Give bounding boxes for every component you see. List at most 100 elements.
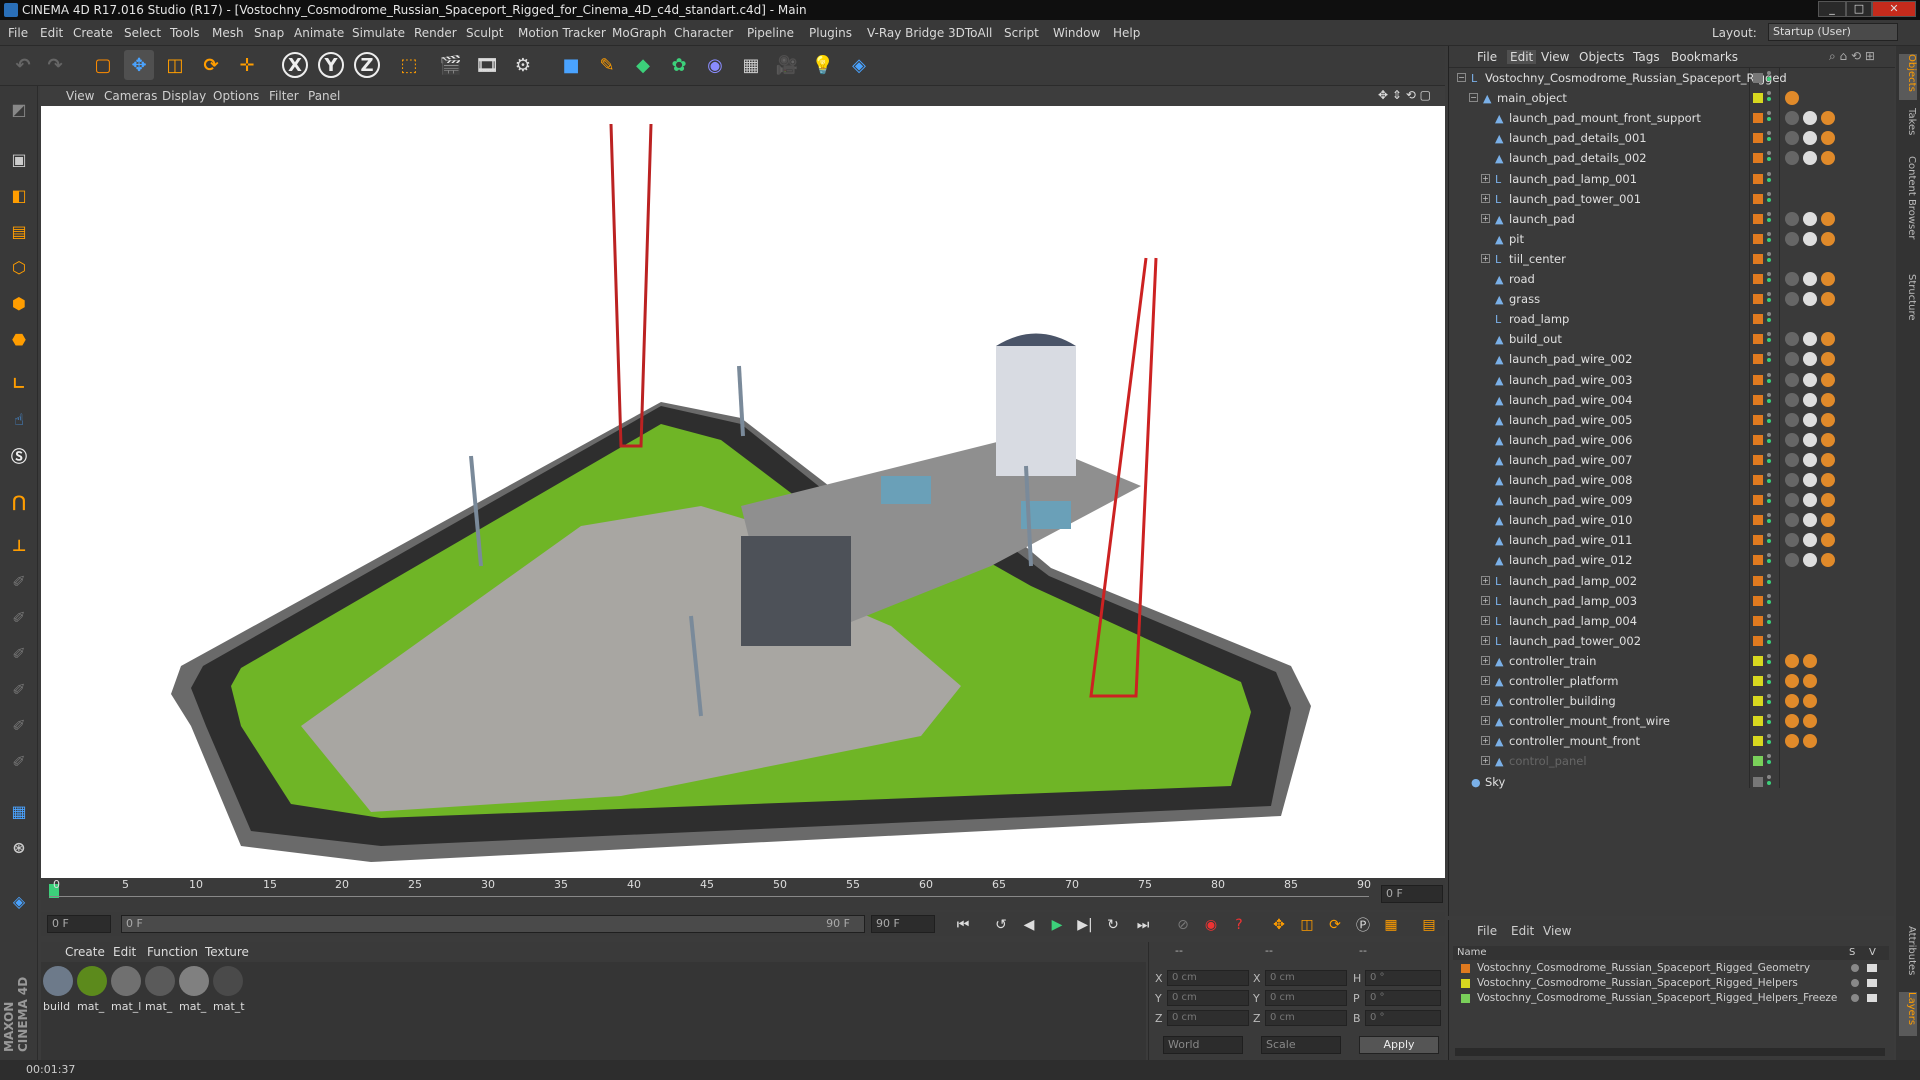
magnet-icon[interactable]: ⋂ [4, 486, 34, 516]
object-row[interactable]: ▲ launch_pad_wire_002 [1449, 349, 1895, 369]
viewport-menu-display[interactable]: Display [162, 89, 206, 103]
object-tag-icon[interactable] [1785, 694, 1799, 709]
brush-icon-5[interactable]: ✐ [4, 710, 34, 740]
object-tag-icon[interactable] [1803, 714, 1817, 729]
layer-color-swatch[interactable] [1753, 736, 1763, 747]
visibility-dots[interactable] [1767, 473, 1771, 487]
objects-menu-objects[interactable]: Objects [1579, 50, 1624, 64]
expand-toggle-icon[interactable]: + [1481, 213, 1490, 223]
visibility-dots[interactable] [1767, 91, 1771, 105]
object-tag-icon[interactable] [1803, 412, 1817, 427]
layer-color-swatch[interactable] [1753, 495, 1763, 506]
object-tag-icon[interactable] [1785, 674, 1799, 688]
object-tag-icon[interactable] [1803, 653, 1817, 668]
visibility-dots[interactable] [1767, 392, 1771, 407]
tab-objects[interactable]: Objects [1899, 54, 1917, 100]
go-to-end-icon[interactable]: ⏭ [1131, 915, 1155, 935]
object-tag-icon[interactable] [1803, 292, 1817, 307]
size-x-field[interactable]: 0 cm [1265, 970, 1347, 986]
expand-toggle-icon[interactable]: + [1481, 173, 1490, 183]
object-row[interactable]: + Llaunch_pad_lamp_001 [1449, 169, 1895, 189]
layer-color-swatch[interactable] [1753, 334, 1763, 345]
object-tag-icon[interactable] [1821, 553, 1835, 568]
expand-toggle-icon[interactable]: − [1457, 73, 1466, 82]
object-row[interactable]: + Llaunch_pad_lamp_002 [1449, 571, 1895, 591]
menu-character[interactable]: Character [674, 26, 733, 40]
material-swatch[interactable] [213, 966, 243, 996]
viewport-menu-filter[interactable]: Filter [269, 89, 299, 103]
material-swatch[interactable] [145, 966, 175, 996]
object-row[interactable]: ▲ grass [1449, 289, 1895, 309]
layer-color-swatch[interactable] [1753, 515, 1763, 526]
subdivision-icon[interactable]: ◆ [628, 50, 658, 80]
redo-icon[interactable]: ↷ [40, 50, 70, 80]
layer-color-swatch[interactable] [1753, 193, 1763, 204]
material-swatch[interactable] [111, 966, 141, 996]
menu-motion-tracker[interactable]: Motion Tracker [518, 26, 606, 40]
size-mode-select[interactable]: Scale [1261, 1036, 1341, 1054]
object-tag-icon[interactable] [1785, 231, 1799, 246]
expand-toggle-icon[interactable]: − [1469, 93, 1478, 103]
layer-solo-toggle[interactable] [1851, 979, 1859, 987]
object-tag-icon[interactable] [1785, 452, 1799, 467]
key-pla-icon[interactable]: ▦ [1379, 915, 1403, 935]
z-axis-lock-icon[interactable]: Z [354, 52, 380, 78]
coordinate-mode-select[interactable]: World [1163, 1036, 1243, 1054]
layer-solo-toggle[interactable] [1851, 964, 1859, 972]
recent-tools-icon[interactable]: ✛ [232, 50, 262, 80]
visibility-dots[interactable] [1767, 191, 1771, 206]
size-y-field[interactable]: 0 cm [1265, 990, 1347, 1006]
layer-color-swatch[interactable] [1753, 655, 1763, 666]
visibility-dots[interactable] [1767, 674, 1771, 688]
rotation-p-field[interactable]: 0 ° [1365, 990, 1441, 1006]
material-swatch[interactable] [77, 966, 107, 996]
layer-color-swatch[interactable] [1753, 173, 1763, 184]
prev-key-icon[interactable]: ↺ [989, 915, 1013, 935]
rotation-b-field[interactable]: 0 ° [1365, 1010, 1441, 1026]
object-row[interactable]: ▲ launch_pad_wire_012 [1449, 550, 1895, 570]
visibility-dots[interactable] [1767, 774, 1771, 789]
object-tag-icon[interactable] [1785, 473, 1799, 487]
object-tag-icon[interactable] [1821, 513, 1835, 528]
layer-visibility-icon[interactable] [1867, 979, 1877, 987]
visibility-dots[interactable] [1767, 292, 1771, 306]
tab-attributes[interactable]: Attributes [1899, 926, 1917, 986]
viewport-nav-icons[interactable]: ✥ ⇕ ⟲ ▢ [1378, 88, 1431, 102]
object-tag-icon[interactable] [1785, 211, 1799, 226]
python-icon[interactable]: ◈ [844, 50, 874, 80]
autokey-icon[interactable]: ◉ [1199, 915, 1223, 935]
object-tag-icon[interactable] [1803, 513, 1817, 528]
object-tag-icon[interactable] [1803, 432, 1817, 447]
close-button[interactable]: ✕ [1872, 1, 1916, 17]
expand-toggle-icon[interactable]: + [1481, 615, 1490, 625]
camera-icon[interactable]: 🎥 [772, 50, 802, 80]
layer-color-swatch[interactable] [1753, 394, 1763, 405]
object-tag-icon[interactable] [1803, 392, 1817, 407]
y-axis-lock-icon[interactable]: Y [318, 52, 344, 78]
menu-edit[interactable]: Edit [40, 26, 63, 40]
visibility-dots[interactable] [1767, 714, 1771, 728]
python-script-icon[interactable]: ◈ [4, 886, 34, 916]
layer-color-swatch[interactable] [1753, 716, 1763, 727]
visibility-dots[interactable] [1767, 553, 1771, 567]
expand-toggle-icon[interactable]: + [1481, 575, 1490, 585]
workplane-axis-icon[interactable]: ⊥ [4, 530, 34, 560]
visibility-dots[interactable] [1767, 352, 1771, 366]
object-tag-icon[interactable] [1803, 553, 1817, 568]
x-axis-lock-icon[interactable]: X [282, 52, 308, 78]
rotation-h-field[interactable]: 0 ° [1365, 970, 1441, 986]
menu-tools[interactable]: Tools [170, 26, 200, 40]
layer-color-swatch[interactable] [1753, 253, 1763, 264]
object-row[interactable]: ▲ launch_pad_wire_005 [1449, 410, 1895, 430]
minimize-button[interactable]: _ [1818, 1, 1846, 17]
object-tag-icon[interactable] [1821, 332, 1835, 347]
layers-menu-edit[interactable]: Edit [1511, 924, 1534, 938]
menu-pipeline[interactable]: Pipeline [747, 26, 794, 40]
edges-mode-icon[interactable]: ⬢ [4, 288, 34, 318]
render-view-icon[interactable]: 🎬 [436, 50, 466, 80]
material-menu-texture[interactable]: Texture [205, 945, 249, 959]
object-row[interactable]: Lroad_lamp [1449, 309, 1895, 329]
layer-color-swatch[interactable] [1753, 535, 1763, 546]
object-tag-icon[interactable] [1785, 493, 1799, 508]
array-icon[interactable]: ✿ [664, 50, 694, 80]
